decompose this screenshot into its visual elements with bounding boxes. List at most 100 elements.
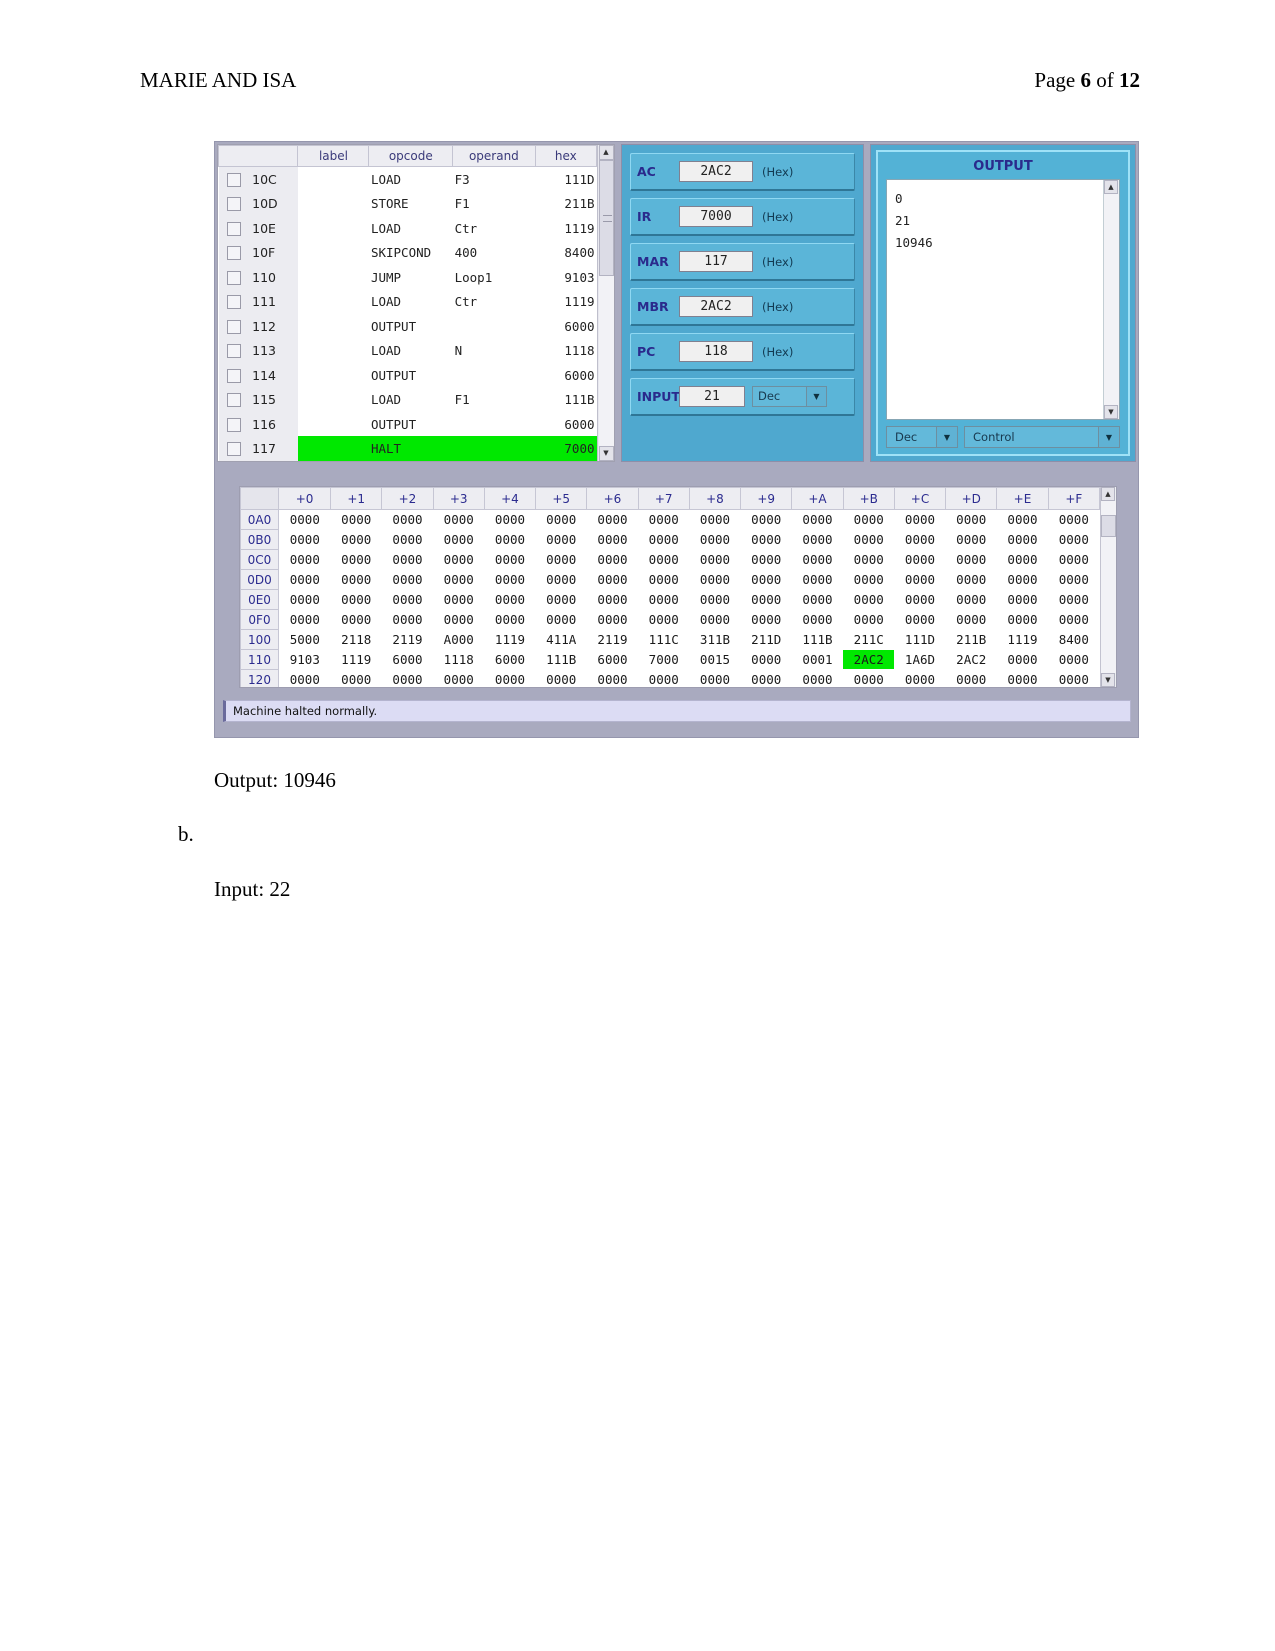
memory-cell[interactable]: 8400 <box>1048 629 1100 650</box>
listing-row[interactable]: 113 LOAD N 1118 <box>218 338 597 363</box>
listing-breakpoint-checkbox[interactable] <box>218 411 251 437</box>
memory-cell[interactable]: 0000 <box>381 589 434 610</box>
memory-cell[interactable]: 0000 <box>330 529 382 550</box>
memory-cell[interactable]: 0000 <box>278 529 331 550</box>
memory-cell[interactable]: 0000 <box>689 509 741 530</box>
listing-breakpoint-checkbox[interactable] <box>218 289 251 314</box>
memory-cell[interactable]: 0000 <box>740 649 792 670</box>
memory-cell[interactable]: 0000 <box>381 669 434 687</box>
listing-scroll-track[interactable] <box>598 160 614 446</box>
memory-cell[interactable]: 111B <box>791 629 844 650</box>
memory-col-header[interactable]: +0 <box>277 487 332 510</box>
listing-breakpoint-checkbox[interactable] <box>218 240 251 265</box>
memory-cell[interactable]: 0000 <box>484 589 536 610</box>
listing-breakpoint-checkbox[interactable] <box>218 166 251 192</box>
memory-cell[interactable]: 0000 <box>689 529 741 550</box>
memory-cell[interactable]: 6000 <box>381 649 434 670</box>
memory-cell[interactable]: 0000 <box>535 669 587 687</box>
memory-cell[interactable]: A000 <box>433 629 485 650</box>
memory-cell[interactable]: 0000 <box>996 549 1049 570</box>
memory-cell[interactable]: 0000 <box>535 549 587 570</box>
register-value-mar[interactable]: 117 <box>679 251 753 272</box>
checkbox-icon[interactable] <box>227 221 242 236</box>
listing-breakpoint-checkbox[interactable] <box>218 313 251 339</box>
memory-cell[interactable]: 0000 <box>1048 589 1100 610</box>
checkbox-icon[interactable] <box>227 319 242 334</box>
memory-cell[interactable]: 0000 <box>535 569 587 590</box>
memory-cell[interactable]: 0000 <box>586 589 639 610</box>
memory-cell[interactable]: 2119 <box>381 629 434 650</box>
memory-row-address[interactable]: 100 <box>240 629 279 650</box>
memory-cell[interactable]: 0000 <box>638 549 690 570</box>
memory-col-header[interactable]: +B <box>842 487 895 510</box>
memory-cell[interactable]: 0000 <box>484 549 536 570</box>
register-value-ir[interactable]: 7000 <box>679 206 753 227</box>
memory-col-header[interactable]: +E <box>996 487 1049 510</box>
checkbox-icon[interactable] <box>227 417 242 432</box>
scroll-up-icon[interactable]: ▲ <box>598 145 614 160</box>
memory-cell[interactable]: 0000 <box>791 669 844 687</box>
memory-row-address[interactable]: 0D0 <box>240 569 279 590</box>
memory-cell[interactable]: 9103 <box>278 649 331 670</box>
memory-cell[interactable]: 2AC2 <box>945 649 997 670</box>
memory-cell[interactable]: 0000 <box>330 589 382 610</box>
memory-cell[interactable]: 0000 <box>330 609 382 630</box>
listing-row[interactable]: 114 OUTPUT 6000 <box>218 362 597 388</box>
listing-row[interactable]: 10C LOAD F3 111D <box>218 166 597 192</box>
memory-cell[interactable]: 1119 <box>484 629 536 650</box>
memory-col-header[interactable]: +1 <box>330 487 383 510</box>
listing-row[interactable]: 117 HALT 7000 <box>218 436 597 461</box>
memory-col-header[interactable]: +A <box>791 487 844 510</box>
memory-cell[interactable]: 0000 <box>791 549 844 570</box>
memory-scroll-up-icon[interactable]: ▲ <box>1101 487 1115 501</box>
memory-col-header[interactable]: +F <box>1047 487 1101 510</box>
memory-cell[interactable]: 0000 <box>278 569 331 590</box>
memory-col-header[interactable]: +9 <box>740 487 793 510</box>
listing-breakpoint-checkbox[interactable] <box>218 338 251 363</box>
listing-col-label[interactable]: label <box>297 145 370 167</box>
memory-cell[interactable]: 111B <box>535 649 587 670</box>
memory-cell[interactable]: 0000 <box>843 609 895 630</box>
memory-cell[interactable]: 0000 <box>996 609 1049 630</box>
memory-cell[interactable]: 0000 <box>638 569 690 590</box>
memory-col-header[interactable]: +7 <box>637 487 690 510</box>
memory-col-header[interactable]: +C <box>893 487 947 510</box>
memory-cell[interactable]: 6000 <box>484 649 536 670</box>
listing-row[interactable]: 111 LOAD Ctr 1119 <box>218 289 597 314</box>
memory-cell[interactable]: 0000 <box>381 549 434 570</box>
memory-cell[interactable]: 0000 <box>843 529 895 550</box>
checkbox-icon[interactable] <box>227 393 242 408</box>
memory-col-header[interactable]: +3 <box>432 487 485 510</box>
memory-cell[interactable]: 0000 <box>381 529 434 550</box>
memory-cell[interactable]: 0000 <box>996 649 1049 670</box>
memory-cell[interactable]: 6000 <box>586 649 639 670</box>
chevron-down-icon[interactable]: ▼ <box>936 427 957 447</box>
memory-col-header[interactable]: +4 <box>483 487 537 510</box>
memory-col-header[interactable]: +5 <box>535 487 588 510</box>
memory-cell[interactable]: 0000 <box>1048 549 1100 570</box>
memory-cell[interactable]: 0000 <box>433 549 485 570</box>
memory-cell[interactable]: 0000 <box>945 509 997 530</box>
memory-cell[interactable]: 0000 <box>586 529 639 550</box>
memory-cell[interactable]: 0000 <box>535 609 587 630</box>
register-value-input[interactable]: 21 <box>679 386 745 407</box>
output-scroll-up-icon[interactable]: ▲ <box>1104 180 1118 194</box>
input-base-select[interactable]: Dec ▼ <box>752 386 827 407</box>
memory-cell[interactable]: 0000 <box>689 609 741 630</box>
memory-cell[interactable]: 1119 <box>996 629 1049 650</box>
memory-cell[interactable]: 0000 <box>945 669 997 687</box>
memory-cell[interactable]: 0000 <box>791 609 844 630</box>
memory-cell[interactable]: 0000 <box>433 509 485 530</box>
checkbox-icon[interactable] <box>227 197 242 212</box>
memory-col-header[interactable]: +8 <box>688 487 742 510</box>
memory-cell[interactable]: 0000 <box>945 569 997 590</box>
listing-col-operand[interactable]: operand <box>452 145 536 167</box>
memory-cell[interactable]: 211D <box>740 629 792 650</box>
memory-cell[interactable]: 1119 <box>330 649 382 670</box>
checkbox-icon[interactable] <box>227 368 242 383</box>
memory-cell[interactable]: 0000 <box>894 609 946 630</box>
memory-cell[interactable]: 0000 <box>1048 609 1100 630</box>
memory-cell[interactable]: 0000 <box>894 669 946 687</box>
memory-cell[interactable]: 311B <box>689 629 741 650</box>
listing-breakpoint-checkbox[interactable] <box>218 191 251 216</box>
